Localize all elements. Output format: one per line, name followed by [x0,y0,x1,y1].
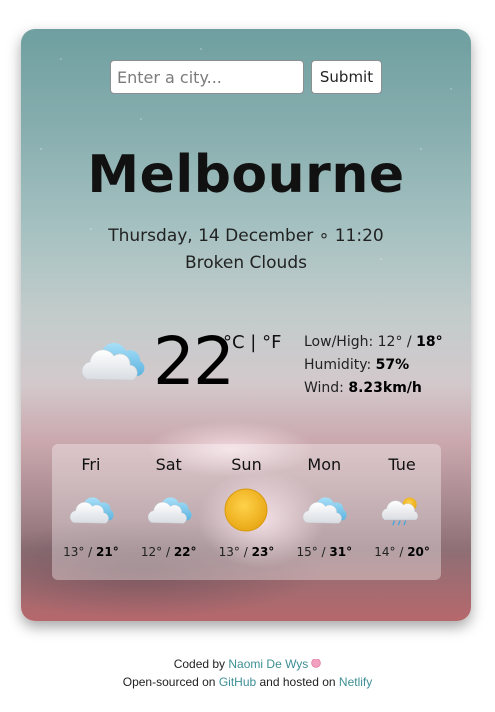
date-time: Thursday, 14 December ∘ 11:20 [108,226,384,246]
tulip-icon [311,659,322,669]
author-link[interactable]: Naomi De Wys [228,657,308,671]
forecast-day-name: Sat [155,455,182,474]
footer-source-line: Open-sourced on GitHub and hosted on Net… [0,673,495,691]
wind-row: Wind: 8.23km/h [304,377,443,400]
forecast-day-name: Fri [81,455,101,474]
sun-icon [224,488,268,532]
github-link[interactable]: GitHub [219,675,256,689]
hosted-text: and hosted on [256,675,339,689]
cloud-icon [301,487,347,533]
cloud-icon [79,337,145,385]
footer-credit-line: Coded by Naomi De Wys [0,655,495,673]
forecast-low: 14° [374,545,396,559]
forecast-day: Sat 12° / 22° [130,444,208,580]
search-form: Submit [110,60,382,94]
low-temp: 12° [377,334,403,350]
weather-card: Submit Melbourne Thursday, 14 December ∘… [21,29,471,621]
open-sourced-text: Open-sourced on [122,675,219,689]
forecast-high: 23° [251,545,275,559]
fahrenheit-link[interactable]: °F [262,332,281,353]
forecast-panel: Fri 13° / 21° Sat 12° / 22° Sun 13° / 23… [52,444,441,580]
city-name: Melbourne [87,145,405,205]
humidity-row: Humidity: 57% [304,354,443,377]
forecast-day: Sun 13° / 23° [208,444,286,580]
forecast-day: Fri 13° / 21° [52,444,130,580]
forecast-temps: 12° / 22° [130,545,208,559]
current-weather: 22 °C | °F Low/High: 12° / 18° Humidity:… [79,323,459,409]
wind-value: 8.23km/h [348,380,422,396]
netlify-link[interactable]: Netlify [339,675,372,689]
forecast-day-name: Tue [388,455,416,474]
wind-label: Wind: [304,380,349,396]
forecast-day-name: Mon [307,455,342,474]
low-high-label: Low/High: [304,334,378,350]
forecast-temp-separator: / [239,545,252,559]
coded-by-text: Coded by [173,657,229,671]
forecast-temp-separator: / [162,545,174,559]
forecast-low: 13° [218,545,240,559]
low-high-row: Low/High: 12° / 18° [304,331,443,354]
forecast-low: 15° [296,545,318,559]
unit-toggle: °C | °F [223,332,281,353]
forecast-high: 20° [407,545,430,559]
forecast-temps: 15° / 31° [285,545,363,559]
submit-button[interactable]: Submit [311,60,382,94]
forecast-temp-separator: / [317,545,330,559]
celsius-link[interactable]: °C [223,332,245,353]
forecast-day: Tue 14° / 20° [363,444,441,580]
weather-details: Low/High: 12° / 18° Humidity: 57% Wind: … [304,331,443,400]
forecast-low: 13° [63,545,85,559]
forecast-low: 12° [140,545,163,559]
forecast-day: Mon 15° / 31° [285,444,363,580]
cloud-icon [146,487,192,533]
city-search-input[interactable] [110,60,304,94]
rain-cloud-sun-icon [381,497,418,526]
forecast-day-name: Sun [231,455,262,474]
forecast-temps: 14° / 20° [363,545,441,559]
low-high-separator: / [402,334,417,350]
weather-description: Broken Clouds [185,253,307,273]
footer: Coded by Naomi De Wys Open-sourced on Gi… [0,655,495,691]
forecast-temp-separator: / [395,545,408,559]
high-temp: 18° [416,334,443,350]
forecast-high: 21° [96,545,119,559]
forecast-high: 22° [173,545,197,559]
humidity-value: 57% [375,357,410,373]
unit-separator: | [244,332,263,353]
forecast-high: 31° [329,545,353,559]
forecast-temps: 13° / 21° [52,545,130,559]
current-temperature: 22 [153,323,235,400]
cloud-icon [68,487,114,533]
forecast-temps: 13° / 23° [208,545,286,559]
humidity-label: Humidity: [304,357,376,373]
forecast-temp-separator: / [84,545,97,559]
